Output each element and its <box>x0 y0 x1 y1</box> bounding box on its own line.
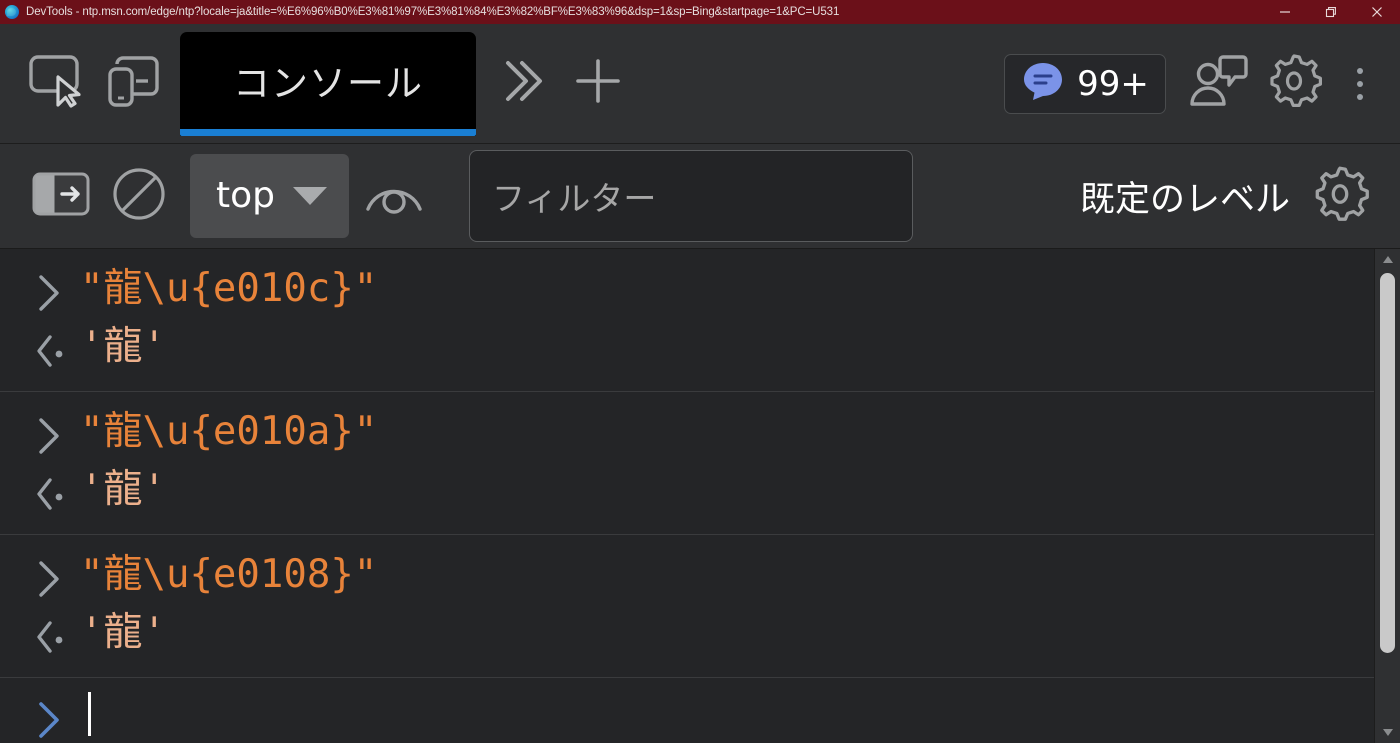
message-bubble-icon <box>1021 59 1065 108</box>
console-entry: "龍\u{e010c}" '龍' <box>0 249 1374 392</box>
devtools-panel: コンソール 99+ top フィルター 既定のレベル "龍\u{e010c}" … <box>0 24 1400 743</box>
log-levels-dropdown[interactable]: 既定のレベル <box>1080 171 1290 222</box>
chevron-right-icon <box>34 408 80 458</box>
console-entry: "龍\u{e010a}" '龍' <box>0 392 1374 535</box>
scrollbar-thumb[interactable] <box>1380 273 1395 653</box>
window-controls <box>1262 0 1400 24</box>
console-toolbar: top フィルター 既定のレベル <box>0 144 1400 249</box>
scroll-up-arrow-icon[interactable] <box>1375 249 1400 271</box>
chevron-right-icon <box>34 265 80 315</box>
kebab-dot-3 <box>1357 93 1363 100</box>
chevron-down-icon <box>293 187 327 205</box>
inspect-element-button[interactable] <box>20 41 96 127</box>
console-filter-input[interactable]: フィルター <box>469 150 913 242</box>
gear-icon <box>1308 162 1372 231</box>
execution-context-value: top <box>216 175 275 216</box>
restore-button[interactable] <box>1308 0 1354 24</box>
console-result-row[interactable]: '龍' <box>0 464 1374 534</box>
console-result-row[interactable]: '龍' <box>0 321 1374 391</box>
console-scrollbar[interactable] <box>1374 249 1400 743</box>
console-command-text: "龍\u{e0108}" <box>80 552 378 597</box>
devtools-more-options-button[interactable] <box>1332 41 1388 127</box>
kebab-dot-1 <box>1357 67 1363 74</box>
scrollbar-track[interactable] <box>1375 271 1400 687</box>
chevron-right-active-icon <box>34 692 80 742</box>
tab-console-label: コンソール <box>233 61 423 105</box>
kebab-dot-2 <box>1357 80 1363 87</box>
scroll-down-arrow-icon[interactable] <box>1375 721 1400 743</box>
live-expression-button[interactable] <box>355 157 433 235</box>
devtools-tabbar: コンソール 99+ <box>0 24 1400 144</box>
device-toolbar-button[interactable] <box>96 41 172 127</box>
console-command-row[interactable]: "龍\u{e010a}" <box>0 392 1374 464</box>
console-settings-button[interactable] <box>1298 154 1382 238</box>
tab-active-underline <box>180 128 476 136</box>
console-command-text: "龍\u{e010c}" <box>80 266 378 311</box>
console-command-row[interactable]: "龍\u{e0108}" <box>0 535 1374 607</box>
console-command-text: "龍\u{e010a}" <box>80 409 378 454</box>
tab-console[interactable]: コンソール <box>180 31 476 136</box>
execution-context-selector[interactable]: top <box>190 154 349 238</box>
chevron-left-dot-icon <box>34 323 80 373</box>
chevron-double-right-icon <box>494 55 550 112</box>
edge-logo-icon <box>5 5 19 19</box>
chevron-left-dot-icon <box>34 609 80 659</box>
console-message-list: "龍\u{e010c}" '龍' "龍\u{e010a}" '龍' "龍\u{e… <box>0 249 1374 743</box>
clear-console-button[interactable] <box>100 157 178 235</box>
console-sidebar-toggle-button[interactable] <box>22 157 100 235</box>
console-entry: "龍\u{e0108}" '龍' <box>0 535 1374 678</box>
chevron-left-dot-icon <box>34 466 80 516</box>
console-prompt-row[interactable] <box>0 678 1374 742</box>
feedback-person-icon <box>1187 52 1249 115</box>
clear-console-icon <box>109 164 169 229</box>
text-caret <box>88 692 91 736</box>
messages-badge-button[interactable]: 99+ <box>1004 53 1166 114</box>
close-button[interactable] <box>1354 0 1400 24</box>
console-result-text: '龍' <box>80 324 166 369</box>
plus-icon <box>570 53 626 114</box>
console-output-area: "龍\u{e010c}" '龍' "龍\u{e010a}" '龍' "龍\u{e… <box>0 249 1400 743</box>
console-result-row[interactable]: '龍' <box>0 607 1374 677</box>
feedback-button[interactable] <box>1180 41 1256 127</box>
chevron-right-icon <box>34 551 80 601</box>
window-titlebar: DevTools - ntp.msn.com/edge/ntp?locale=j… <box>0 0 1400 24</box>
console-command-row[interactable]: "龍\u{e010c}" <box>0 249 1374 321</box>
devtools-settings-button[interactable] <box>1256 41 1332 127</box>
messages-badge-count: 99+ <box>1077 63 1149 104</box>
console-sidebar-toggle-icon <box>32 170 90 223</box>
console-result-text: '龍' <box>80 467 166 512</box>
console-result-text: '龍' <box>80 610 166 655</box>
eye-icon <box>363 171 425 222</box>
console-filter-placeholder: フィルター <box>492 179 657 218</box>
more-tabs-button[interactable] <box>484 41 560 127</box>
gear-icon <box>1263 50 1325 117</box>
window-title: DevTools - ntp.msn.com/edge/ntp?locale=j… <box>26 6 840 18</box>
minimize-button[interactable] <box>1262 0 1308 24</box>
inspect-element-icon <box>27 53 89 114</box>
add-tab-button[interactable] <box>560 41 636 127</box>
device-toolbar-icon <box>103 52 165 115</box>
